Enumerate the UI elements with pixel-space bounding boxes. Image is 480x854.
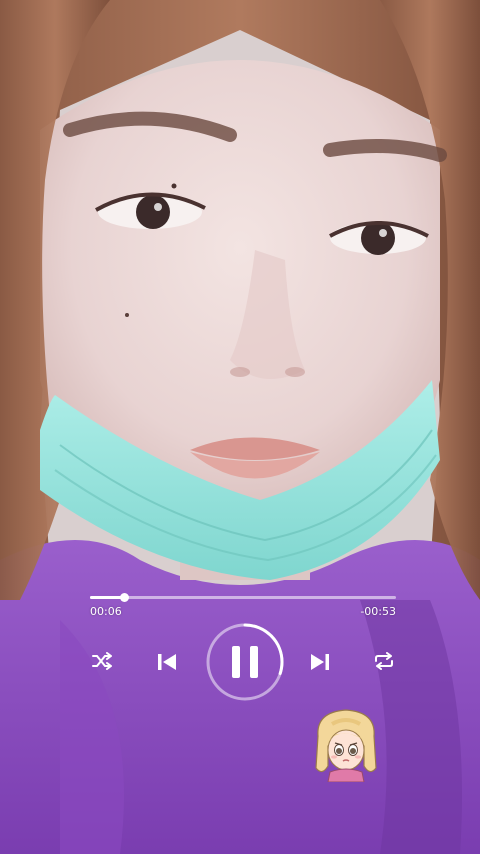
- pause-icon: [206, 623, 284, 701]
- seek-bar-thumb[interactable]: [119, 593, 129, 602]
- repeat-icon: [375, 652, 393, 670]
- cartoon-girl-sticker: [315, 709, 377, 782]
- next-button[interactable]: [305, 648, 335, 676]
- repeat-button[interactable]: [369, 648, 399, 674]
- remaining-time: -00:53: [360, 605, 396, 618]
- music-player-overlay: 00:06 -00:53: [0, 0, 480, 854]
- shuffle-icon: [92, 652, 112, 670]
- seek-bar[interactable]: [90, 593, 396, 602]
- seek-bar-progress: [90, 596, 124, 599]
- skip-previous-icon: [158, 654, 176, 670]
- previous-button[interactable]: [152, 648, 182, 676]
- shuffle-button[interactable]: [88, 648, 116, 674]
- video-screen: 00:06 -00:53: [0, 0, 480, 854]
- play-pause-button[interactable]: [205, 622, 285, 702]
- skip-next-icon: [311, 654, 329, 670]
- elapsed-time: 00:06: [90, 605, 122, 618]
